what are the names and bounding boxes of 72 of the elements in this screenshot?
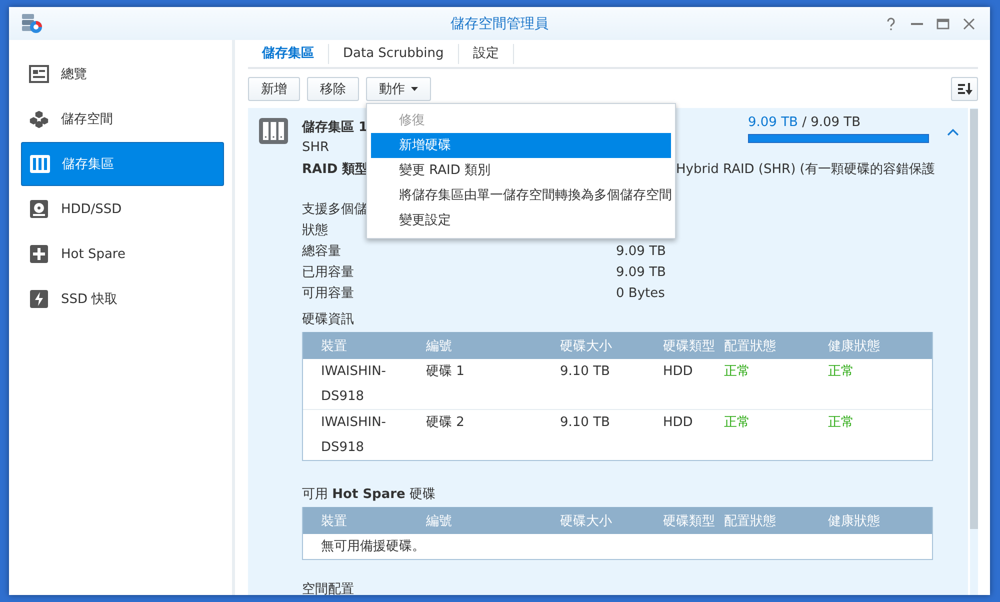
menu-item[interactable]: 變更設定 [371, 208, 671, 232]
section-title: 硬碟資訊 [302, 311, 354, 329]
plus-icon [30, 245, 48, 263]
column-header: 配置狀態 [724, 512, 777, 530]
column-header: 裝置 [321, 512, 348, 530]
detail-label: 總容量 [302, 243, 341, 261]
detail-label: 可用容量 [302, 285, 354, 303]
lightning-icon [30, 290, 48, 308]
detail-value: 0 Bytes [616, 285, 665, 303]
drive-bay-icon [30, 155, 50, 173]
detail-label: 已用容量 [302, 264, 354, 282]
close-icon[interactable] [962, 16, 976, 30]
table-cell-text: 9.10 TB [560, 414, 611, 432]
used-capacity: 9.09 TB [748, 115, 798, 130]
raid-type-label: SHR [302, 139, 330, 157]
column-header: 裝置 [321, 338, 348, 354]
menu-item[interactable]: 新增硬碟 [371, 132, 671, 158]
column-header: 硬碟大小 [560, 338, 613, 354]
tab[interactable]: Data Scrubbing [329, 44, 459, 64]
chevron-up-icon[interactable] [947, 128, 959, 136]
maximize-icon[interactable] [936, 16, 950, 30]
toolbar-button[interactable]: 移除 [307, 76, 359, 100]
column-header: 配置狀態 [724, 338, 777, 354]
column-header: 硬碟類型 [663, 512, 716, 530]
detail-value: 9.09 TB [616, 243, 666, 261]
menu-item[interactable]: 將儲存集區由單一儲存空間轉換為多個儲存空間 [371, 182, 671, 208]
table-cell-text: IWAISHIN-DS918 [321, 363, 387, 406]
table-cell-text: HDD [663, 414, 694, 432]
tab[interactable]: 設定 [458, 44, 514, 64]
column-header: 硬碟類型 [663, 338, 716, 354]
column-header: 硬碟大小 [560, 512, 613, 530]
cubes-icon [29, 109, 49, 129]
tab[interactable]: 儲存集區 [248, 44, 329, 64]
menu-item[interactable]: 變更 RAID 類別 [371, 158, 671, 182]
toolbar-button[interactable]: 新增 [248, 76, 300, 100]
total-capacity: / 9.09 TB [802, 115, 861, 130]
window-title: 儲存空間管理員 [450, 14, 548, 32]
table-cell-text: 正常 [724, 363, 751, 381]
scrollbar[interactable] [970, 109, 978, 529]
column-header: 編號 [426, 338, 453, 354]
sidebar-item[interactable]: SSD 快取 [21, 277, 224, 321]
app-logo-icon [21, 12, 43, 34]
column-header: 健康狀態 [828, 512, 881, 530]
sidebar-item[interactable]: 儲存空間 [21, 97, 224, 141]
column-header: 健康狀態 [828, 338, 881, 354]
sidebar-item[interactable]: Hot Spare [21, 232, 224, 276]
table-cell-text: 硬碟 1 [426, 363, 466, 381]
sidebar-item[interactable]: 總覽 [21, 52, 224, 96]
actions-dropdown-button[interactable]: 動作 [366, 76, 431, 100]
table-cell-text: 9.10 TB [560, 363, 611, 381]
caret-icon [411, 86, 418, 90]
empty-message: 無可用備援硬碟。 [320, 538, 426, 556]
id-card-icon [29, 65, 49, 83]
section-title: 可用 Hot Spare 硬碟 [302, 486, 436, 504]
sidebar-item[interactable]: 儲存集區 [21, 142, 224, 186]
detail-value: 9.09 TB [616, 264, 666, 282]
column-header: 編號 [426, 512, 453, 530]
sort-icon [956, 82, 972, 96]
pool-title: 儲存集區 1 [302, 119, 368, 137]
sort-button[interactable] [951, 76, 978, 100]
table-cell-text: HDD [663, 363, 694, 381]
table-cell-text: 正常 [828, 414, 855, 432]
drive-bay-icon [259, 118, 288, 144]
table-cell-text: 硬碟 2 [426, 414, 466, 432]
detail-label: 支援多個儲 [302, 201, 367, 219]
table-cell-text: 正常 [828, 363, 855, 381]
table-cell-text: IWAISHIN-DS918 [321, 414, 387, 457]
detail-value: Hybrid RAID (SHR) (有一顆硬碟的容錯保護 [676, 161, 935, 179]
section-title: 空間配置 [302, 581, 354, 595]
detail-label: 狀態 [302, 222, 328, 240]
table-cell-text: 正常 [724, 414, 751, 432]
sidebar-item[interactable]: HDD/SSD [21, 187, 224, 231]
